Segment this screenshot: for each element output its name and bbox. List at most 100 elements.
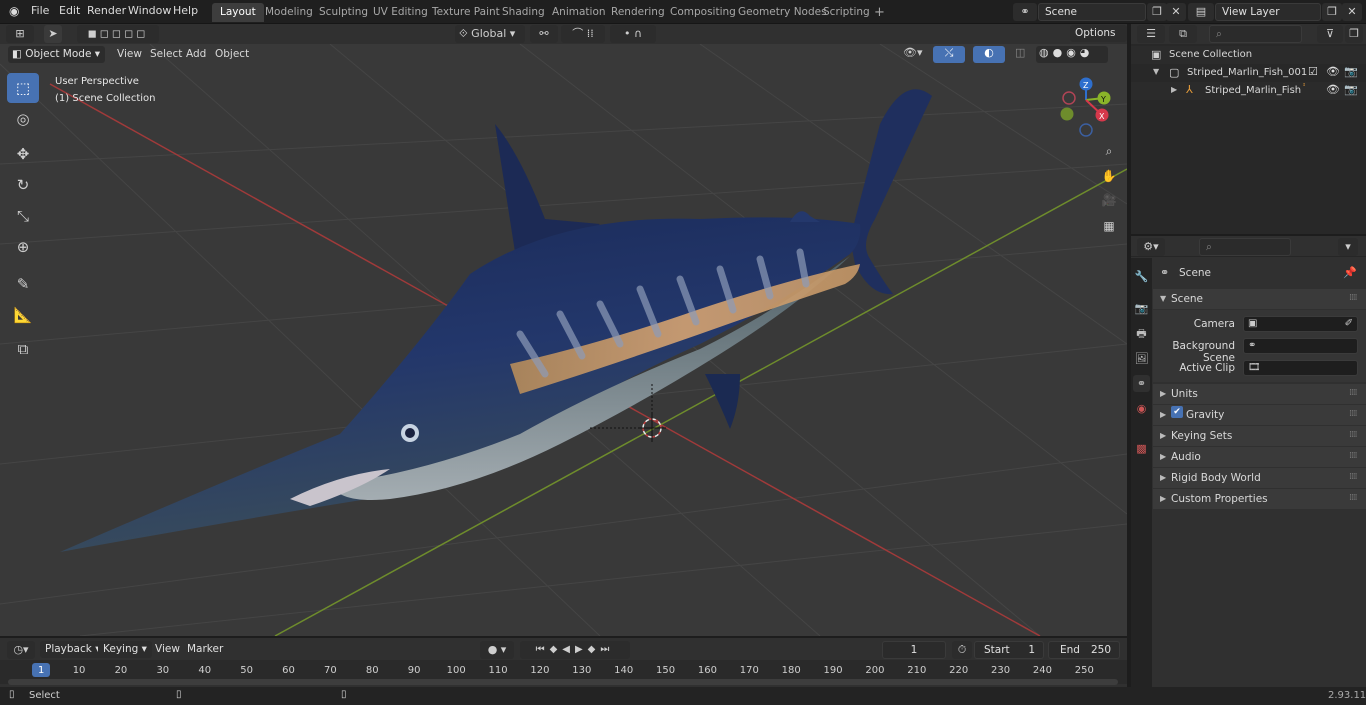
shading-mode-icons[interactable]: ◍●◉◕ — [1036, 46, 1108, 63]
render-camera-icon[interactable]: 📷 — [1344, 65, 1358, 78]
new-scene-icon[interactable]: ❐ — [1147, 3, 1167, 21]
world-tab-icon[interactable]: ◉ — [1133, 400, 1150, 417]
expand-custom-props-icon[interactable]: ▶ — [1160, 494, 1166, 503]
background-scene-field[interactable]: ⚭ — [1243, 338, 1358, 354]
pivot-icon[interactable]: ⚯ — [530, 25, 558, 43]
measure-tool[interactable]: 📐 — [7, 300, 39, 330]
scene-field[interactable]: Scene — [1038, 3, 1146, 21]
menu-edit[interactable]: Edit — [59, 4, 80, 17]
panel-gravity[interactable]: Gravity — [1186, 409, 1224, 421]
visibility-icon[interactable]: 👁▾ — [903, 46, 925, 63]
custom-drag-handle-icon[interactable]: ⁞⁞⁞⁞ — [1349, 493, 1358, 503]
menu-help[interactable]: Help — [173, 4, 198, 17]
panel-audio[interactable]: Audio — [1171, 451, 1201, 463]
select-tool-icon[interactable]: ➤ — [44, 25, 62, 43]
eyedropper-icon[interactable]: ✐ — [1345, 317, 1353, 331]
keying-drag-handle-icon[interactable]: ⁞⁞⁞⁞ — [1349, 430, 1358, 440]
panel-custom-properties[interactable]: Custom Properties — [1171, 493, 1268, 505]
properties-editor-icon[interactable]: ⚙▾ — [1137, 238, 1165, 256]
panel-units[interactable]: Units — [1171, 388, 1198, 400]
menu-window[interactable]: Window — [128, 4, 171, 17]
current-frame-field[interactable]: 1 — [882, 641, 946, 659]
properties-options-icon[interactable]: ▾ — [1338, 238, 1358, 256]
new-collection-icon[interactable]: ❐ — [1345, 25, 1363, 43]
gravity-drag-handle-icon[interactable]: ⁞⁞⁞⁞ — [1349, 409, 1358, 419]
filter-icon[interactable]: ⊽ — [1317, 25, 1343, 43]
panel-keying-sets[interactable]: Keying Sets — [1171, 430, 1232, 442]
end-frame-field[interactable]: End 250 — [1048, 641, 1120, 659]
outliner-display-icon[interactable]: ⧉ — [1169, 25, 1197, 43]
editor-type-icon[interactable]: ⊞ — [6, 25, 34, 43]
expand-object-icon[interactable]: ▶ — [1171, 85, 1177, 94]
texture-tab-icon[interactable]: ▩ — [1133, 440, 1150, 457]
outliner-collection[interactable]: Striped_Marlin_Fish_001 — [1187, 67, 1307, 78]
add-cube-tool[interactable]: ⧉ — [7, 334, 39, 364]
menu-file[interactable]: File — [31, 4, 49, 17]
gizmo-toggle-icon[interactable]: ⤯ — [933, 46, 965, 63]
camera-view-icon[interactable]: 🎥 — [1098, 189, 1120, 211]
view-layer-icon[interactable]: ▤ — [1188, 3, 1214, 21]
panel-scene-header[interactable]: Scene — [1171, 293, 1203, 305]
expand-keying-sets-icon[interactable]: ▶ — [1160, 431, 1166, 440]
outliner-editor-icon[interactable]: ☰ — [1137, 25, 1165, 43]
close-view-layer-icon[interactable]: ✕ — [1342, 3, 1362, 21]
xray-icon[interactable]: ◫ — [1015, 46, 1029, 63]
outliner-search[interactable]: ⌕ — [1209, 25, 1302, 43]
tool-tab-icon[interactable]: 🔧 — [1133, 268, 1150, 285]
scale-tool[interactable]: ⤡ — [7, 201, 39, 231]
preview-range-icon[interactable]: ⏱ — [952, 641, 972, 659]
selection-mode-icons[interactable]: ◼◻◻◻◻ — [77, 25, 159, 43]
keying-menu[interactable]: Keying ▾ — [98, 641, 152, 658]
render-tab-icon[interactable]: 📷 — [1133, 300, 1150, 317]
orientation-dropdown[interactable]: ⟐ Global ▾ — [455, 25, 525, 43]
active-clip-field[interactable]: 🎞 — [1243, 360, 1358, 376]
exclude-checkbox-icon[interactable]: ☑ — [1308, 65, 1318, 78]
mode-dropdown[interactable]: ◧ Object Mode ▾ — [8, 46, 105, 63]
camera-field[interactable]: ▣ ✐ — [1243, 316, 1358, 332]
gravity-checkbox[interactable]: ✔ — [1171, 406, 1183, 418]
proportional-edit-icon[interactable]: • ∩ — [610, 25, 656, 43]
scene-icon[interactable]: ⚭ — [1013, 3, 1037, 21]
object-render-camera-icon[interactable]: 📷 — [1344, 83, 1358, 96]
expand-units-icon[interactable]: ▶ — [1160, 389, 1166, 398]
zoom-icon[interactable]: ⌕ — [1098, 140, 1120, 162]
playback-controls-icons[interactable]: ⏮◆◀▶◆⏭ — [520, 641, 630, 659]
3d-viewport[interactable]: Z Y X User Perspective (1) Scene Collect… — [0, 44, 1127, 636]
options-dropdown[interactable]: Options ▾ — [1070, 25, 1127, 56]
object-visibility-eye-icon[interactable]: 👁 — [1326, 83, 1340, 96]
properties-search[interactable]: ⌕ — [1199, 238, 1291, 256]
start-frame-field[interactable]: Start 1 — [974, 641, 1044, 659]
menu-render[interactable]: Render — [87, 4, 126, 17]
panel-rigid-body-world[interactable]: Rigid Body World — [1171, 472, 1261, 484]
ortho-grid-icon[interactable]: ▦ — [1098, 215, 1120, 237]
menu-object[interactable]: Object — [215, 48, 249, 60]
menu-add[interactable]: Add — [186, 48, 206, 60]
marker-menu[interactable]: Marker — [182, 641, 228, 658]
audio-drag-handle-icon[interactable]: ⁞⁞⁞⁞ — [1349, 451, 1358, 461]
output-tab-icon[interactable]: 🖶 — [1133, 325, 1150, 342]
outliner-object[interactable]: Striped_Marlin_Fish — [1205, 85, 1301, 96]
pin-icon[interactable]: 📌 — [1343, 266, 1357, 279]
view-layer-field[interactable]: View Layer — [1215, 3, 1321, 21]
expand-rigid-body-icon[interactable]: ▶ — [1160, 473, 1166, 482]
timeline-scrollbar[interactable] — [8, 679, 1118, 685]
snap-icon[interactable]: ⌒ ⁞⁞ — [561, 25, 605, 43]
view-layer-tab-icon[interactable]: 🖼 — [1133, 350, 1150, 367]
cursor-tool[interactable]: ◎ — [7, 104, 39, 134]
menu-select[interactable]: Select — [150, 48, 182, 60]
units-drag-handle-icon[interactable]: ⁞⁞⁞⁞ — [1349, 388, 1358, 398]
close-scene-icon[interactable]: ✕ — [1166, 3, 1186, 21]
blender-logo-icon[interactable]: ◉ — [9, 4, 19, 18]
striped-marlin-model[interactable] — [60, 89, 932, 553]
timeline-editor-icon[interactable]: ◷▾ — [7, 641, 35, 659]
rotate-tool[interactable]: ↻ — [7, 170, 39, 200]
expand-gravity-icon[interactable]: ▶ — [1160, 410, 1166, 419]
pan-hand-icon[interactable]: ✋ — [1098, 165, 1120, 187]
outliner-root[interactable]: Scene Collection — [1169, 49, 1252, 60]
scene-tab-icon[interactable]: ⚭ — [1133, 375, 1150, 392]
expand-collection-icon[interactable]: ▼ — [1153, 67, 1159, 76]
panel-drag-handle-icon[interactable]: ⁞⁞⁞⁞ — [1349, 293, 1358, 303]
tab-layout[interactable]: Layout — [212, 3, 264, 22]
select-box-tool[interactable]: ⬚ — [7, 73, 39, 103]
expand-audio-icon[interactable]: ▶ — [1160, 452, 1166, 461]
